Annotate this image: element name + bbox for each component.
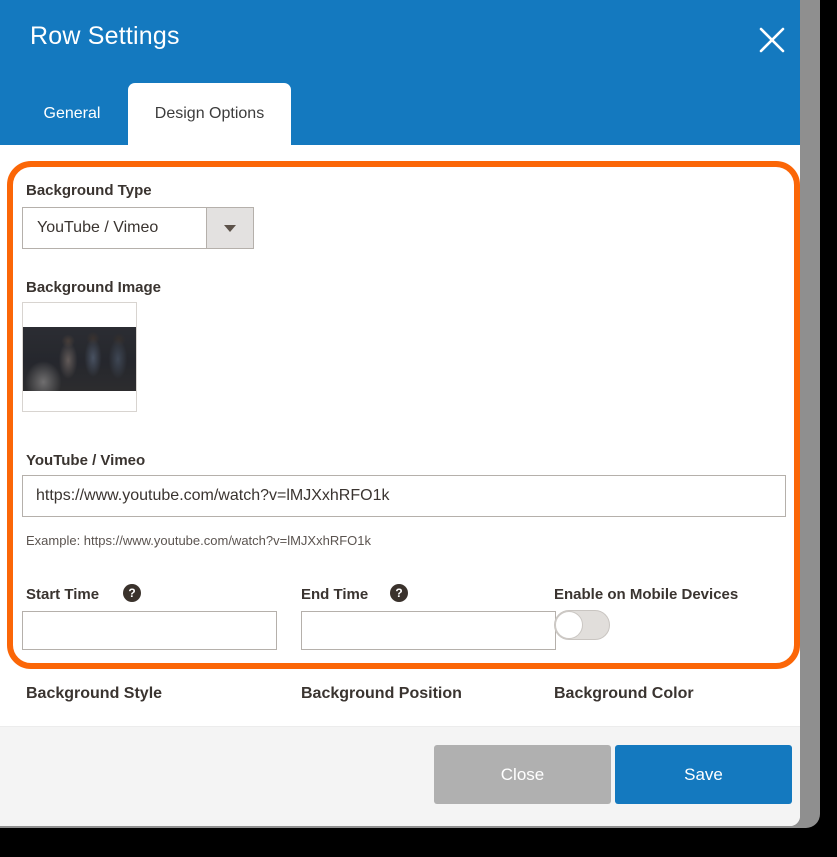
question-mark-icon[interactable]: ? — [123, 584, 141, 602]
save-button[interactable]: Save — [615, 745, 792, 804]
enable-mobile-label: Enable on Mobile Devices — [554, 586, 739, 603]
end-time-label: End Time — [301, 586, 369, 603]
tab-bar: General Design Options — [0, 83, 800, 145]
question-mark-icon[interactable]: ? — [390, 584, 408, 602]
background-image-label: Background Image — [26, 279, 162, 296]
chevron-down-icon[interactable] — [206, 208, 253, 248]
toggle-knob — [555, 611, 583, 639]
background-type-label: Background Type — [26, 182, 152, 199]
page-title: Row Settings — [30, 22, 180, 50]
close-button[interactable]: Close — [434, 745, 611, 804]
background-type-select[interactable]: YouTube / Vimeo — [22, 207, 254, 249]
background-color-label: Background Color — [554, 685, 694, 702]
background-type-value: YouTube / Vimeo — [37, 219, 159, 236]
modal-header: Row Settings — [0, 0, 800, 83]
modal-footer: Close Save — [0, 726, 800, 826]
thumbnail-photo — [23, 327, 136, 391]
tab-general[interactable]: General — [16, 83, 128, 145]
video-url-label: YouTube / Vimeo — [26, 452, 146, 469]
row-settings-modal: Row Settings General Design Options Back… — [0, 0, 800, 826]
start-time-label: Start Time — [26, 586, 100, 603]
background-image-thumbnail[interactable] — [22, 302, 137, 412]
tab-design-options[interactable]: Design Options — [128, 83, 291, 145]
background-style-label: Background Style — [26, 685, 163, 702]
video-url-input[interactable] — [22, 475, 786, 517]
video-url-example: Example: https://www.youtube.com/watch?v… — [26, 533, 371, 548]
close-icon[interactable] — [754, 22, 790, 58]
start-time-input[interactable] — [22, 611, 277, 650]
enable-mobile-toggle[interactable] — [554, 610, 610, 640]
modal-body: Background Type YouTube / Vimeo Backgrou… — [0, 145, 800, 726]
end-time-input[interactable] — [301, 611, 556, 650]
background-position-label: Background Position — [301, 685, 462, 702]
